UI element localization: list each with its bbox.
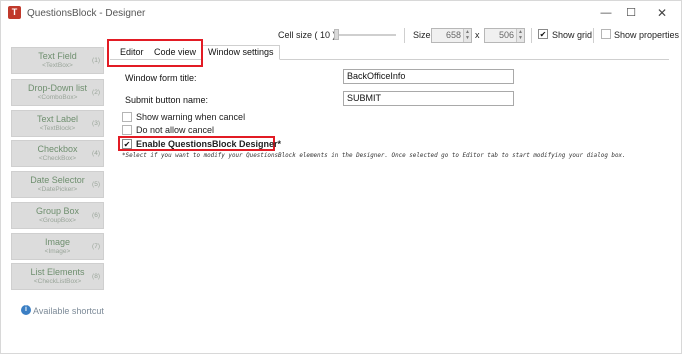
show-grid-checkbox[interactable]: ✔ xyxy=(538,29,548,39)
palette-item-name: List Elements xyxy=(30,267,85,277)
cell-size-slider-thumb[interactable] xyxy=(334,29,339,40)
do-not-allow-cancel-label: Do not allow cancel xyxy=(136,125,215,135)
enable-designer-checkbox[interactable]: ✔ xyxy=(122,139,132,149)
toolbar-divider xyxy=(531,28,532,43)
palette-item-name: Checkbox xyxy=(37,144,78,154)
width-value: 658 xyxy=(445,30,461,40)
palette-item-date-selector[interactable]: Date Selector <DatePicker> (5) xyxy=(11,171,104,198)
available-shortcut-hint: Available shortcut xyxy=(33,306,104,316)
palette-item-name: Image xyxy=(44,237,70,247)
palette-item-drop-down-list[interactable]: Drop-Down list <ComboBox> (2) xyxy=(11,79,104,106)
palette-item-type: <Image> xyxy=(44,248,71,255)
palette-item-type: <CheckListBox> xyxy=(33,278,82,285)
show-properties-label: Show properties xyxy=(614,30,680,40)
submit-button-name-label: Submit button name: xyxy=(125,95,209,105)
size-x-label: x xyxy=(475,30,480,40)
do-not-allow-cancel-checkbox[interactable] xyxy=(122,125,132,135)
toolbar-divider xyxy=(593,28,594,43)
palette-item-shortcut: (7) xyxy=(92,243,100,250)
palette-item-group-box[interactable]: Group Box <GroupBox> (6) xyxy=(11,202,104,229)
palette-item-name: Date Selector xyxy=(30,175,85,185)
palette-item-type: <TextBox> xyxy=(42,62,73,69)
spinner-arrows-icon[interactable]: ▲ ▼ xyxy=(516,29,524,42)
palette-item-shortcut: (2) xyxy=(92,89,100,96)
palette-item-name: Group Box xyxy=(35,206,80,216)
form-title-label: Window form title: xyxy=(125,73,197,83)
palette-item-shortcut: (3) xyxy=(92,120,100,127)
palette-item-list-elements[interactable]: List Elements <CheckListBox> (8) xyxy=(11,263,104,290)
palette-item-text-field[interactable]: Text Field <TextBox> (1) xyxy=(11,47,104,74)
info-icon: i xyxy=(21,305,31,315)
tab-window-settings[interactable]: Window settings xyxy=(202,45,280,60)
enable-designer-label: Enable QuestionsBlock Designer* xyxy=(136,139,282,149)
palette-item-checkbox[interactable]: Checkbox <CheckBox> (4) xyxy=(11,140,104,167)
toolbar: Cell size ( 10 ) Size: 658 ▲ ▼ x 506 ▲ ▼ ✔… xyxy=(1,25,681,45)
palette-item-shortcut: (5) xyxy=(92,181,100,188)
designer-window: T QuestionsBlock - Designer — ☐ ✕ Cell s… xyxy=(0,0,682,354)
maximize-button[interactable]: ☐ xyxy=(616,4,646,22)
spinner-arrows-icon[interactable]: ▲ ▼ xyxy=(463,29,471,42)
palette-item-shortcut: (4) xyxy=(92,150,100,157)
window-title: QuestionsBlock - Designer xyxy=(27,8,146,19)
palette-item-name: Text Label xyxy=(36,114,79,124)
palette-item-type: <CheckBox> xyxy=(38,155,77,162)
palette-item-shortcut: (8) xyxy=(92,273,100,280)
show-warning-label: Show warning when cancel xyxy=(136,112,246,122)
show-properties-checkbox[interactable] xyxy=(601,29,611,39)
palette-item-name: Drop-Down list xyxy=(27,83,87,93)
title-bar: T QuestionsBlock - Designer — ☐ ✕ xyxy=(1,1,681,25)
palette-item-text-label[interactable]: Text Label <TextBlock> (3) xyxy=(11,110,104,137)
size-label: Size: xyxy=(413,30,434,40)
form-title-input[interactable]: BackOfficeInfo xyxy=(343,69,514,84)
palette-item-shortcut: (1) xyxy=(92,57,100,64)
toolbar-divider xyxy=(404,28,405,43)
palette-item-image[interactable]: Image <Image> (7) xyxy=(11,233,104,260)
app-logo-icon: T xyxy=(8,6,21,19)
width-spinner[interactable]: 658 ▲ ▼ xyxy=(431,28,472,43)
height-spinner[interactable]: 506 ▲ ▼ xyxy=(484,28,525,43)
palette-item-shortcut: (6) xyxy=(92,212,100,219)
submit-button-name-input[interactable]: SUBMIT xyxy=(343,91,514,106)
height-value: 506 xyxy=(498,30,514,40)
show-warning-checkbox[interactable] xyxy=(122,112,132,122)
highlight-box-tabs xyxy=(107,39,203,67)
palette-item-type: <GroupBox> xyxy=(39,217,76,224)
palette-item-type: <ComboBox> xyxy=(37,94,78,101)
cell-size-slider-track[interactable] xyxy=(334,34,396,36)
palette-item-type: <TextBlock> xyxy=(39,125,76,132)
palette-item-type: <DatePicker> xyxy=(37,186,78,193)
enable-designer-hint: *Select if you want to modify your Quest… xyxy=(122,153,626,159)
close-button[interactable]: ✕ xyxy=(647,4,677,22)
palette-item-name: Text Field xyxy=(38,51,77,61)
show-grid-label: Show grid xyxy=(552,30,593,40)
cell-size-label: Cell size ( 10 ) xyxy=(278,30,336,40)
